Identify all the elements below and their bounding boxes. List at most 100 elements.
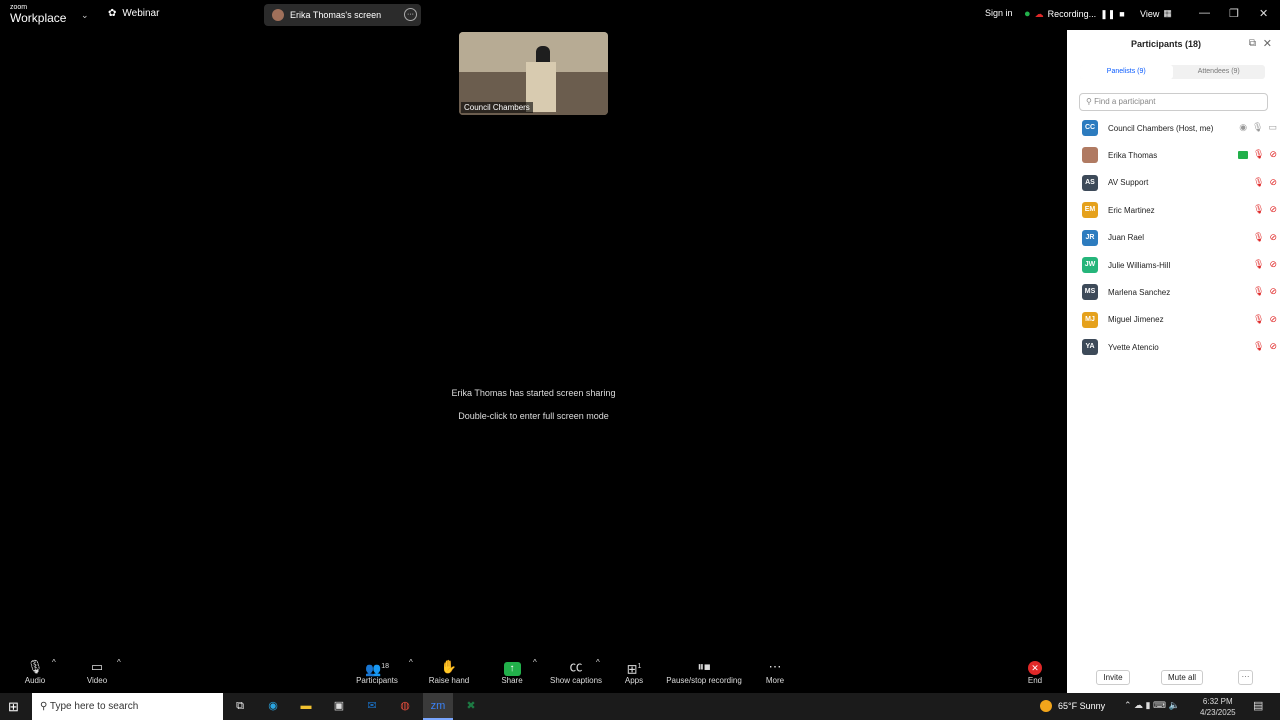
record-status-icon: ◉ <box>1239 122 1248 132</box>
muted-microphone-icon[interactable]: 🎙 <box>1253 149 1264 160</box>
pause-icon[interactable]: ❚❚ <box>1100 9 1115 20</box>
shared-screen-label: Erika Thomas's screen <box>290 10 382 20</box>
recording-label: Recording... <box>1047 9 1097 19</box>
panel-more-button[interactable]: ··· <box>1238 670 1253 685</box>
shield-icon: ● <box>1024 8 1031 20</box>
zoom-logo: zoom Workplace <box>10 4 66 24</box>
sign-in-link[interactable]: Sign in <box>985 8 1013 18</box>
camera-off-icon[interactable]: ⊘ <box>1269 259 1277 270</box>
excel-icon[interactable]: ✖ <box>456 693 486 720</box>
view-menu[interactable]: View ▦ <box>1140 8 1172 19</box>
record-button[interactable]: ⏸⏹ Pause/stop recording <box>664 658 744 685</box>
participants-options-caret[interactable]: ^ <box>409 658 413 667</box>
record-label: Pause/stop recording <box>666 676 742 685</box>
close-icon[interactable]: ✕ <box>1259 7 1268 20</box>
microphone-icon[interactable]: 🎙 <box>1252 122 1263 133</box>
camera-off-icon[interactable]: ⊘ <box>1269 286 1277 297</box>
taskbar-search-input[interactable]: ⚲ Type here to search <box>32 693 223 720</box>
muted-microphone-icon[interactable]: 🎙 <box>1253 204 1264 215</box>
captions-options-caret[interactable]: ^ <box>596 658 600 667</box>
participants-label: Participants <box>356 676 398 685</box>
participant-initials: AS <box>1082 174 1098 191</box>
shared-screen-pill[interactable]: Erika Thomas's screen ··· <box>264 4 421 26</box>
thumbnail-label: Council Chambers <box>461 102 533 113</box>
pop-out-icon[interactable]: ⧉ <box>1249 38 1256 49</box>
muted-microphone-icon[interactable]: 🎙 <box>1253 232 1264 243</box>
camera-off-icon[interactable]: ⊘ <box>1269 341 1277 352</box>
notifications-icon[interactable]: ▤ <box>1253 699 1263 712</box>
stop-icon[interactable]: ■ <box>1119 9 1124 19</box>
zoom-app-icon[interactable]: zm <box>423 693 453 720</box>
webinar-menu[interactable]: ✿ Webinar <box>108 8 159 19</box>
end-icon: ✕ <box>1028 661 1042 675</box>
participant-initials: CC <box>1082 120 1098 136</box>
camera-off-icon[interactable]: ⊘ <box>1269 232 1277 243</box>
participants-button[interactable]: 👥18 Participants <box>352 658 402 685</box>
raise-hand-button[interactable]: ✋ Raise hand <box>425 658 473 685</box>
participants-icon: 👥18 <box>365 661 389 677</box>
participant-row[interactable]: Erika Thomas 🎙 ⊘ <box>1082 146 1277 164</box>
muted-microphone-icon[interactable]: 🎙 <box>1253 177 1264 188</box>
restore-icon[interactable]: ❐ <box>1229 7 1239 20</box>
system-tray-icons[interactable]: ⌃ ☁ ▮ ⌨ 🔈 <box>1124 700 1180 711</box>
participant-status-icons: 🎙 ⊘ <box>1238 149 1277 160</box>
main-view[interactable]: Council Chambers Erika Thomas has starte… <box>0 30 1067 655</box>
clock[interactable]: 6:32 PM 4/23/2025 <box>1200 696 1236 718</box>
video-button[interactable]: ▭ Video <box>82 658 112 685</box>
participant-name: Erika Thomas <box>1108 150 1158 160</box>
muted-microphone-icon[interactable]: 🎙 <box>1253 341 1264 352</box>
webinar-icon: ✿ <box>108 8 117 19</box>
task-view-icon[interactable]: ⧉ <box>225 693 255 720</box>
close-panel-icon[interactable]: ✕ <box>1263 37 1272 50</box>
outlook-icon[interactable]: ✉ <box>357 693 387 720</box>
participant-row[interactable]: JR Juan Rael 🎙 ⊘ <box>1082 229 1277 247</box>
participant-name: Council Chambers (Host, me) <box>1108 123 1214 133</box>
share-options-caret[interactable]: ^ <box>533 658 537 667</box>
more-options-icon[interactable]: ··· <box>404 8 417 21</box>
end-button[interactable]: ✕ End <box>1020 658 1050 685</box>
camera-off-icon[interactable]: ⊘ <box>1269 177 1277 188</box>
mute-all-button[interactable]: Mute all <box>1161 670 1203 685</box>
store-icon[interactable]: ▣ <box>324 693 354 720</box>
muted-microphone-icon[interactable]: 🎙 <box>1253 314 1264 325</box>
apps-button[interactable]: ⊞1 Apps <box>619 658 649 685</box>
file-explorer-icon[interactable]: ▬ <box>291 693 321 720</box>
minimize-icon[interactable]: — <box>1199 7 1210 19</box>
edge-browser-icon[interactable]: ◉ <box>258 693 288 720</box>
more-button[interactable]: ⋯ More <box>760 658 790 685</box>
participant-row[interactable]: MJ Miguel Jimenez 🎙 ⊘ <box>1082 311 1277 329</box>
muted-microphone-icon[interactable]: 🎙 <box>1253 259 1264 270</box>
participant-name: AV Support <box>1108 178 1149 188</box>
video-thumbnail[interactable]: Council Chambers <box>459 32 608 115</box>
participant-row[interactable]: JW Julie Williams-Hill 🎙 ⊘ <box>1082 256 1277 274</box>
participant-initials: MJ <box>1082 311 1098 328</box>
camera-icon[interactable]: ▭ <box>1268 122 1277 133</box>
share-button[interactable]: ↑ Share <box>497 658 527 685</box>
audio-button[interactable]: 🎙 Audio <box>20 658 50 685</box>
apps-icon: ⊞1 <box>626 661 642 677</box>
weather-widget[interactable]: 65°F Sunny <box>1040 700 1105 712</box>
avatar <box>272 9 284 21</box>
chrome-icon[interactable]: ◍ <box>390 693 420 720</box>
participant-row[interactable]: MS Marlena Sanchez 🎙 ⊘ <box>1082 283 1277 301</box>
participants-count: 18 <box>381 663 389 670</box>
tab-attendees[interactable]: Attendees (9) <box>1173 65 1266 79</box>
participant-name: Miguel Jimenez <box>1108 315 1164 325</box>
participant-row[interactable]: EM Eric Martinez 🎙 ⊘ <box>1082 201 1277 219</box>
muted-microphone-icon[interactable]: 🎙 <box>1253 286 1264 297</box>
participant-row[interactable]: AS AV Support 🎙 ⊘ <box>1082 174 1277 192</box>
camera-off-icon[interactable]: ⊘ <box>1269 149 1277 160</box>
participant-row[interactable]: CC Council Chambers (Host, me) ◉ 🎙 ▭ <box>1082 119 1277 137</box>
invite-button[interactable]: Invite <box>1096 670 1130 685</box>
chevron-down-icon[interactable]: ⌄ <box>81 10 89 21</box>
participant-search-input[interactable]: ⚲ Find a participant <box>1079 93 1268 111</box>
tab-panelists[interactable]: Panelists (9) <box>1080 65 1173 79</box>
video-options-caret[interactable]: ^ <box>117 658 121 667</box>
participant-name: Juan Rael <box>1108 233 1145 243</box>
windows-start-icon[interactable]: ⊞ <box>8 699 19 715</box>
weather-label: 65°F Sunny <box>1058 701 1106 711</box>
audio-options-caret[interactable]: ^ <box>52 658 56 667</box>
participant-row[interactable]: YA Yvette Atencio 🎙 ⊘ <box>1082 338 1277 356</box>
camera-off-icon[interactable]: ⊘ <box>1269 314 1277 325</box>
camera-off-icon[interactable]: ⊘ <box>1269 204 1277 215</box>
